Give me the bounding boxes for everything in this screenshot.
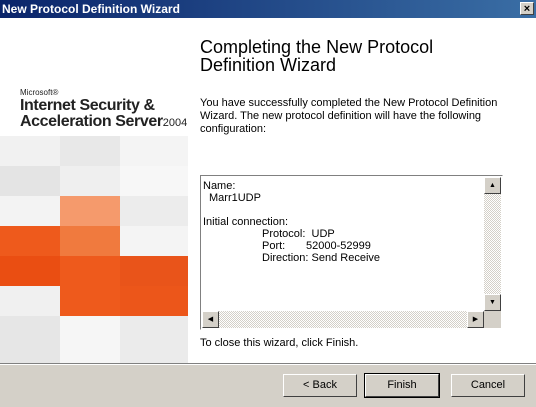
intro-text: You have successfully completed the New … bbox=[200, 97, 498, 135]
wizard-window: New Protocol Definition Wizard × Microso… bbox=[0, 0, 536, 407]
horizontal-scrollbar[interactable]: ◀ ▶ bbox=[202, 311, 484, 328]
scroll-left-button[interactable]: ◀ bbox=[202, 311, 219, 328]
configuration-text: Name: Marr1UDP Initial connection: Proto… bbox=[202, 177, 484, 310]
brand-version: 2004 bbox=[162, 117, 188, 129]
scroll-right-button[interactable]: ▶ bbox=[467, 311, 484, 328]
scroll-up-button[interactable]: ▲ bbox=[484, 177, 501, 194]
port-label: Port: bbox=[262, 240, 286, 252]
cancel-button[interactable]: Cancel bbox=[451, 374, 525, 397]
name-label: Name: bbox=[203, 180, 236, 192]
title-bar: New Protocol Definition Wizard × bbox=[0, 0, 536, 18]
direction-label: Direction: bbox=[262, 252, 309, 264]
protocol-value: UDP bbox=[311, 228, 335, 240]
button-bar: < Back Finish Cancel bbox=[0, 363, 536, 407]
button-bar-highlight bbox=[0, 364, 536, 365]
scrollbar-corner bbox=[484, 311, 501, 328]
configuration-summary-box[interactable]: Name: Marr1UDP Initial connection: Proto… bbox=[200, 175, 503, 330]
brand-company: Microsoft® bbox=[20, 88, 59, 97]
direction-value: Send Receive bbox=[311, 252, 381, 264]
page-title-line1: Completing the New Protocol bbox=[200, 37, 434, 57]
direction-row: Direction: Send Receive bbox=[203, 252, 484, 264]
window-title: New Protocol Definition Wizard bbox=[2, 2, 180, 16]
right-arrow-icon: ▶ bbox=[472, 316, 479, 323]
page-title: Completing the New Protocol Definition W… bbox=[200, 38, 520, 74]
initial-connection-label: Initial connection: bbox=[203, 216, 288, 228]
port-row: Port: 52000-52999 bbox=[203, 240, 484, 252]
up-arrow-icon: ▲ bbox=[489, 182, 496, 189]
finish-button[interactable]: Finish bbox=[364, 373, 440, 398]
brand-product-line2: Acceleration Server bbox=[20, 113, 163, 130]
page-title-line2: Definition Wizard bbox=[200, 55, 337, 75]
left-arrow-icon: ◀ bbox=[207, 316, 214, 323]
port-value: 52000-52999 bbox=[306, 240, 371, 252]
brand-product-line1: Internet Security & bbox=[20, 97, 155, 114]
closing-instruction: To close this wizard, click Finish. bbox=[200, 337, 359, 349]
down-arrow-icon: ▼ bbox=[489, 299, 496, 306]
vertical-scrollbar[interactable]: ▲ ▼ bbox=[484, 177, 501, 311]
name-value: Marr1UDP bbox=[209, 192, 261, 204]
scroll-down-button[interactable]: ▼ bbox=[484, 294, 501, 311]
wizard-side-panel: Microsoft® Internet Security & Accelerat… bbox=[0, 18, 188, 363]
brand-product: Internet Security & Acceleration Server2… bbox=[20, 98, 187, 131]
close-button[interactable]: × bbox=[520, 2, 534, 15]
protocol-label: Protocol: bbox=[262, 228, 306, 240]
protocol-row: Protocol: UDP bbox=[203, 228, 484, 240]
back-button[interactable]: < Back bbox=[283, 374, 357, 397]
close-icon: × bbox=[523, 3, 531, 15]
